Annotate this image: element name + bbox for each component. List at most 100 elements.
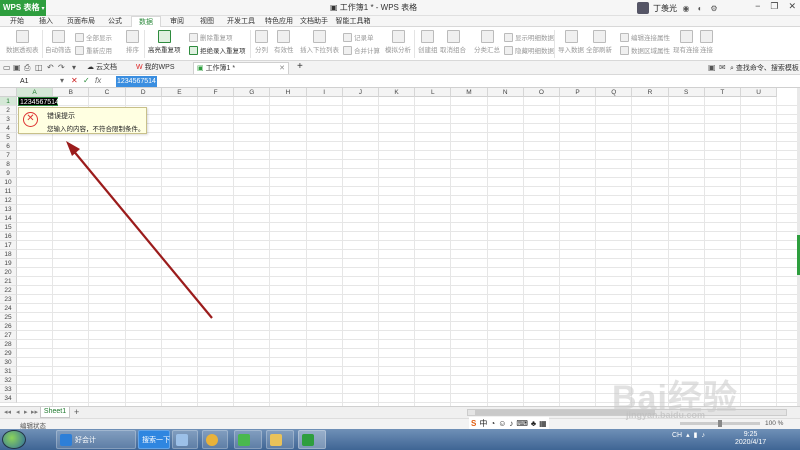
- ime-toolbar[interactable]: S 中 ◔ ☺ ♪ ⌨ ♣ ▦: [469, 417, 549, 429]
- insert-function-icon[interactable]: fx: [95, 76, 101, 85]
- row-header[interactable]: 29: [0, 349, 17, 358]
- first-sheet-icon[interactable]: ◂◂: [4, 408, 11, 416]
- row-header[interactable]: 9: [0, 169, 17, 178]
- tab-cloud-docs[interactable]: ☁ 云文档: [84, 62, 120, 74]
- column-header[interactable]: Q: [596, 88, 633, 97]
- column-header[interactable]: B: [53, 88, 90, 97]
- row-header[interactable]: 25: [0, 313, 17, 322]
- emoji-icon[interactable]: ☺: [498, 419, 506, 428]
- row-header[interactable]: 10: [0, 178, 17, 187]
- print-icon[interactable]: ⎙: [24, 63, 30, 73]
- column-header[interactable]: D: [125, 88, 162, 97]
- whatif-button[interactable]: 模拟分析: [385, 30, 411, 54]
- tab-features[interactable]: 特色应用: [261, 16, 297, 27]
- column-header[interactable]: K: [379, 88, 416, 97]
- tab-workbook[interactable]: ▣ 工作簿1 * ✕: [193, 62, 289, 74]
- taskbar-search[interactable]: 搜索一下: [138, 430, 170, 449]
- create-group-button[interactable]: 创建组: [418, 30, 438, 54]
- column-header[interactable]: T: [704, 88, 741, 97]
- vip-icon[interactable]: ◉: [681, 4, 691, 13]
- mic-icon[interactable]: ♪: [509, 419, 513, 428]
- column-header[interactable]: R: [632, 88, 669, 97]
- tab-doc-assistant[interactable]: 文档助手: [296, 16, 332, 27]
- column-header[interactable]: P: [560, 88, 597, 97]
- column-header[interactable]: C: [89, 88, 126, 97]
- column-header[interactable]: H: [270, 88, 307, 97]
- add-sheet-button[interactable]: +: [74, 407, 79, 417]
- row-header[interactable]: 34: [0, 394, 17, 403]
- show-all-button[interactable]: 全部显示: [75, 32, 112, 42]
- app-menu-button[interactable]: WPS 表格 ▾: [0, 0, 46, 16]
- row-header[interactable]: 13: [0, 205, 17, 214]
- close-tab-icon[interactable]: ✕: [279, 63, 285, 75]
- column-header[interactable]: I: [306, 88, 343, 97]
- hide-detail-button[interactable]: 隐藏明细数据: [504, 45, 554, 55]
- sort-button[interactable]: 排序: [126, 30, 139, 54]
- next-sheet-icon[interactable]: ▸: [24, 408, 28, 416]
- insert-dropdown-button[interactable]: 插入下拉列表: [300, 30, 339, 54]
- row-header[interactable]: 12: [0, 196, 17, 205]
- prev-sheet-icon[interactable]: ◂: [16, 408, 20, 416]
- text-to-columns-button[interactable]: 分列: [255, 30, 268, 54]
- data-region-props-button[interactable]: 数据区域属性: [620, 45, 670, 55]
- skin-icon[interactable]: ♣: [531, 419, 536, 428]
- auto-filter-button[interactable]: 自动筛选: [45, 30, 71, 54]
- row-header[interactable]: 2: [0, 106, 17, 115]
- row-header[interactable]: 18: [0, 250, 17, 259]
- column-header[interactable]: O: [523, 88, 560, 97]
- existing-connections-button[interactable]: 现有连接: [673, 30, 699, 54]
- column-header[interactable]: L: [415, 88, 452, 97]
- row-header[interactable]: 30: [0, 358, 17, 367]
- row-header[interactable]: 19: [0, 259, 17, 268]
- row-header[interactable]: 31: [0, 367, 17, 376]
- row-header[interactable]: 8: [0, 160, 17, 169]
- command-search[interactable]: ⌕ 查找命令、搜索模板: [730, 63, 799, 73]
- connections-button[interactable]: 连接: [700, 30, 713, 54]
- row-header[interactable]: 27: [0, 331, 17, 340]
- customize-icon[interactable]: ▾: [72, 63, 76, 72]
- volume-icon[interactable]: ♪: [702, 432, 706, 439]
- column-header[interactable]: A: [17, 88, 54, 97]
- row-header[interactable]: 11: [0, 187, 17, 196]
- tab-review[interactable]: 审阅: [164, 16, 190, 27]
- tab-formula[interactable]: 公式: [102, 16, 128, 27]
- taskbar-chrome[interactable]: [202, 430, 228, 449]
- delete-duplicates-button[interactable]: 删除重复项: [189, 32, 233, 42]
- row-header[interactable]: 6: [0, 142, 17, 151]
- cancel-edit-icon[interactable]: ✕: [71, 76, 78, 85]
- edit-links-button[interactable]: 编辑连接属性: [620, 32, 670, 42]
- tab-home[interactable]: 开始: [4, 16, 30, 27]
- consolidate-button[interactable]: 合并计算: [343, 45, 380, 55]
- user-area[interactable]: 丁羡光 ◉ ◐ ⚙: [637, 1, 719, 15]
- open-icon[interactable]: ▭: [3, 63, 11, 72]
- taskbar-tools[interactable]: [172, 430, 198, 449]
- row-header[interactable]: 22: [0, 286, 17, 295]
- minimize-icon[interactable]: −: [755, 1, 760, 12]
- tab-page-layout[interactable]: 页面布局: [63, 16, 99, 27]
- row-header[interactable]: 32: [0, 376, 17, 385]
- row-header[interactable]: 21: [0, 277, 17, 286]
- start-button[interactable]: [2, 430, 26, 449]
- avatar[interactable]: [637, 2, 649, 14]
- import-data-button[interactable]: 导入数据: [558, 30, 584, 54]
- keyboard-icon[interactable]: ⌨: [516, 419, 528, 428]
- reject-duplicates-button[interactable]: 拒绝录入重复项: [189, 45, 246, 55]
- row-header[interactable]: 26: [0, 322, 17, 331]
- row-header[interactable]: 24: [0, 304, 17, 313]
- ungroup-button[interactable]: 取消组合: [440, 30, 466, 54]
- highlight-duplicates-button[interactable]: 高亮重复项: [148, 30, 181, 54]
- redo-icon[interactable]: ↷: [58, 63, 65, 72]
- select-all-corner[interactable]: [0, 88, 17, 97]
- mail-icon[interactable]: ✉: [719, 63, 726, 72]
- row-header[interactable]: 33: [0, 385, 17, 394]
- user-name[interactable]: 丁羡光: [653, 3, 677, 14]
- validation-button[interactable]: 有效性: [274, 30, 294, 54]
- column-header[interactable]: F: [198, 88, 235, 97]
- row-header[interactable]: 7: [0, 151, 17, 160]
- formula-input[interactable]: 1234567514: [116, 76, 157, 87]
- spreadsheet-grid[interactable]: A B C D E F G H I J K L M N O P Q R S T U 1 2 3 4 5 6 7 8 9 10 11 12 13 14…: [0, 88, 797, 406]
- punctuation-icon[interactable]: ◔: [490, 419, 495, 428]
- tray-arrow-icon[interactable]: ▴: [686, 431, 690, 439]
- tray-lang[interactable]: CH: [672, 432, 682, 439]
- clock[interactable]: 9:25 2020/4/17: [735, 431, 766, 447]
